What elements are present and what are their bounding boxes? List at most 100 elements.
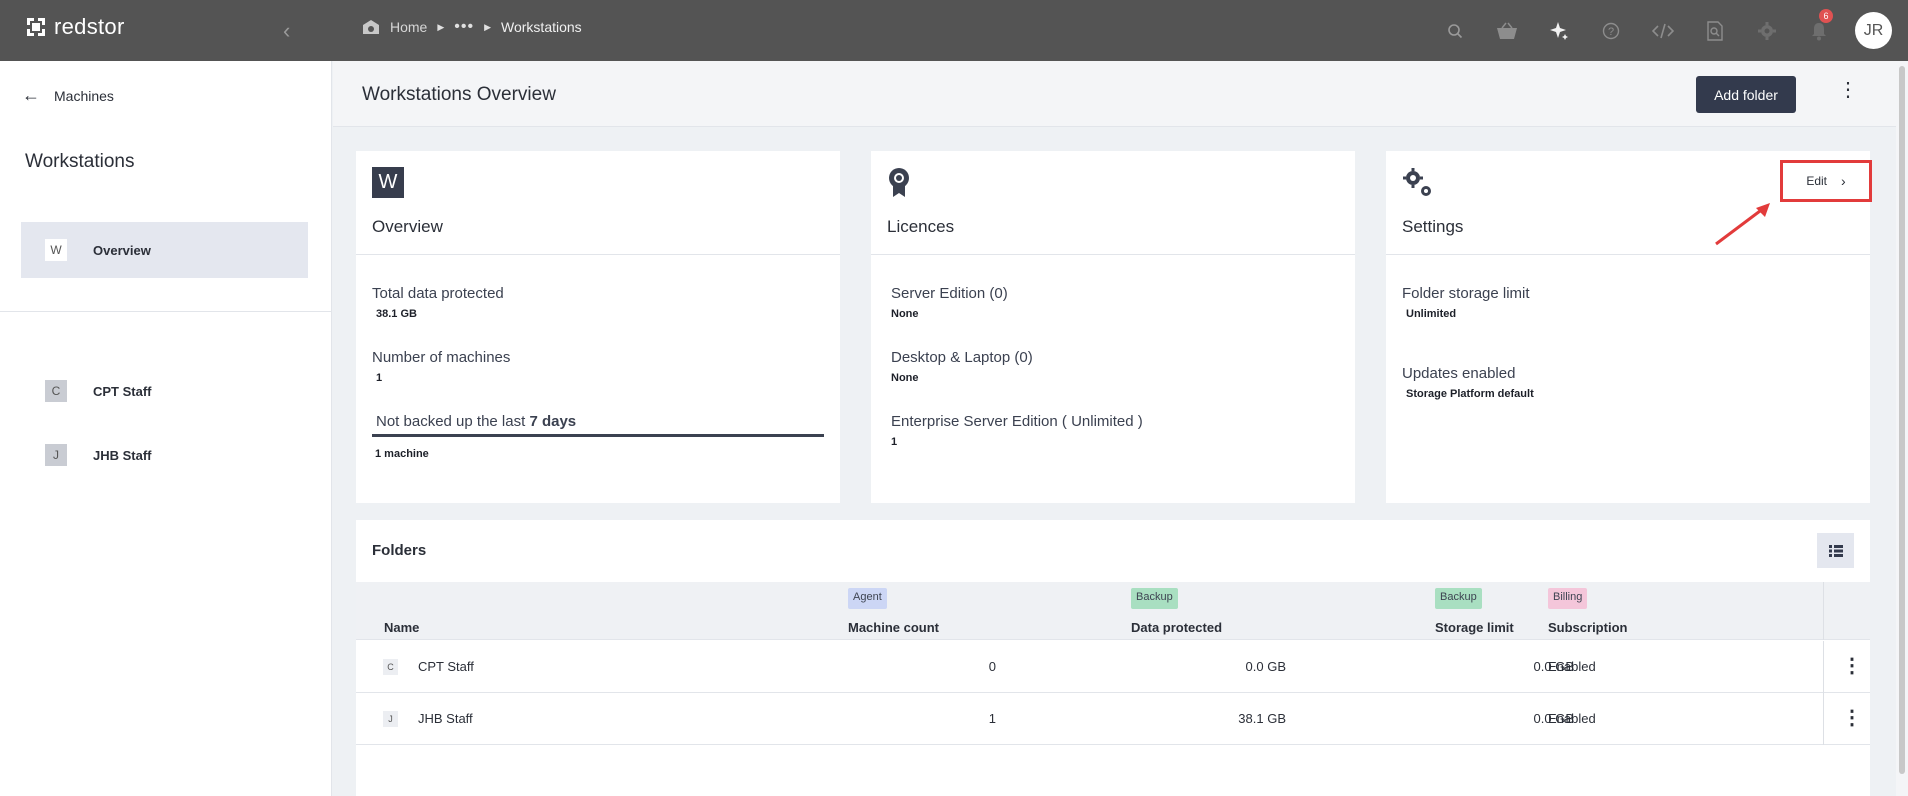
enterprise-edition-value: 1	[891, 436, 898, 448]
sidebar-item-label: Overview	[93, 242, 151, 258]
column-divider	[1823, 693, 1824, 745]
enterprise-edition-label: Enterprise Server Edition ( Unlimited )	[891, 413, 1143, 430]
column-header-subscription[interactable]: Subscription	[1548, 620, 1627, 635]
server-edition-value: None	[891, 308, 919, 320]
breadcrumb-home[interactable]: Home	[390, 19, 427, 35]
sidebar-item-label: JHB Staff	[93, 447, 152, 463]
column-header-machine-count[interactable]: Machine count	[848, 620, 939, 635]
gears-icon	[1402, 167, 1434, 204]
doc-search-icon[interactable]	[1689, 0, 1741, 61]
not-backed-value[interactable]: 1 machine	[375, 448, 429, 460]
top-icons: ? 6 JR	[1429, 0, 1908, 61]
settings-card: Settings Folder storage limit Unlimited …	[1386, 151, 1870, 503]
award-icon	[887, 167, 911, 204]
brand-logo[interactable]: redstor	[24, 14, 125, 40]
row-menu-icon[interactable]: ⋮	[1842, 653, 1862, 678]
sidebar-item-letter: J	[45, 444, 67, 466]
data-protected: 38.1 GB	[1238, 711, 1286, 726]
updates-enabled-label: Updates enabled	[1402, 365, 1516, 382]
basket-icon[interactable]	[1481, 0, 1533, 61]
sparkle-icon[interactable]	[1533, 0, 1585, 61]
machine-count-label: Number of machines	[372, 349, 511, 366]
subscription: Enabled	[1548, 659, 1596, 674]
gear-icon[interactable]	[1741, 0, 1793, 61]
overview-card: W Overview Total data protected 38.1 GB …	[356, 151, 840, 503]
folder-storage-limit-value: Unlimited	[1406, 308, 1457, 320]
not-backed-progress-bar	[372, 434, 824, 437]
sidebar-item-overview[interactable]: W Overview	[21, 222, 308, 278]
column-divider	[1823, 641, 1824, 693]
row-menu-icon[interactable]: ⋮	[1842, 705, 1862, 730]
add-folder-button[interactable]: Add folder	[1696, 76, 1796, 113]
licences-card: Licences Server Edition (0) None Desktop…	[871, 151, 1355, 503]
breadcrumb: Home ▶ ••• ▶ Workstations	[362, 18, 582, 36]
list-view-toggle[interactable]	[1817, 533, 1854, 568]
breadcrumb-ellipsis[interactable]: •••	[454, 18, 474, 36]
desktop-laptop-label: Desktop & Laptop (0)	[891, 349, 1033, 366]
not-backed-days: 7 days	[529, 413, 577, 430]
server-edition-label: Server Edition (0)	[891, 285, 1008, 302]
column-header-data-protected[interactable]: Data protected	[1131, 620, 1222, 635]
breadcrumb-separator-icon: ▶	[437, 21, 445, 32]
folders-title: Folders	[372, 542, 427, 559]
sidebar-title: Workstations	[25, 151, 135, 172]
search-icon[interactable]	[1429, 0, 1481, 61]
avatar[interactable]: JR	[1855, 12, 1892, 49]
machine-count: 1	[988, 711, 996, 726]
sidebar-item-jhb-staff[interactable]: J JHB Staff	[21, 427, 308, 483]
collapse-sidebar-icon[interactable]: ‹	[283, 18, 290, 44]
top-bar: redstor ‹ Home ▶ ••• ▶ Workstations ? 6 …	[0, 0, 1908, 61]
column-header-storage-limit[interactable]: Storage limit	[1435, 620, 1514, 635]
help-icon[interactable]: ?	[1585, 0, 1637, 61]
workstation-letter-icon: W	[372, 167, 404, 198]
billing-tag: Billing	[1548, 588, 1588, 609]
folders-table-header: Name Agent Machine count Backup Data pro…	[356, 582, 1870, 640]
folder-letter: J	[383, 711, 398, 727]
backup-tag: Backup	[1131, 588, 1178, 609]
subscription: Enabled	[1548, 711, 1596, 726]
overview-card-title: Overview	[372, 217, 443, 236]
settings-card-title: Settings	[1402, 217, 1464, 236]
sidebar-item-cpt-staff[interactable]: C CPT Staff	[21, 363, 308, 419]
folder-storage-limit-label: Folder storage limit	[1402, 285, 1530, 302]
sidebar-item-label: CPT Staff	[93, 383, 152, 399]
settings-edit-button[interactable]: Edit ›	[1780, 160, 1872, 202]
column-header-name[interactable]: Name	[384, 620, 419, 635]
edit-label: Edit	[1806, 174, 1827, 188]
sidebar-divider	[0, 311, 332, 312]
back-to-machines-link[interactable]: ← Machines	[22, 85, 114, 106]
table-row[interactable]: C CPT Staff 0 0.0 GB 0.0 GB Enabled ⋮	[356, 641, 1870, 693]
bell-icon[interactable]: 6	[1793, 0, 1845, 61]
machine-count: 0	[988, 659, 996, 674]
chevron-right-icon: ›	[1841, 173, 1846, 189]
folder-letter: C	[383, 659, 398, 675]
main-header: Workstations Overview Add folder ⋮	[333, 61, 1908, 127]
arrow-left-icon: ←	[22, 85, 40, 105]
brand-name: redstor	[54, 14, 125, 39]
scrollbar-thumb[interactable]	[1899, 66, 1905, 774]
svg-text:?: ?	[1608, 26, 1614, 38]
total-data-label: Total data protected	[372, 285, 504, 302]
desktop-laptop-value: None	[891, 372, 919, 384]
backup-tag: Backup	[1435, 588, 1482, 609]
more-options-icon[interactable]: ⋮	[1838, 77, 1858, 102]
data-protected: 0.0 GB	[1245, 659, 1286, 674]
logo-icon	[27, 18, 45, 36]
sidebar-item-letter: C	[45, 380, 67, 402]
back-link-label: Machines	[54, 87, 114, 104]
code-icon[interactable]	[1637, 0, 1689, 61]
list-view-icon	[1828, 544, 1843, 557]
table-row[interactable]: J JHB Staff 1 38.1 GB 0.0 GB Enabled ⋮	[356, 693, 1870, 745]
page-title: Workstations Overview	[362, 84, 556, 105]
total-data-value: 38.1 GB	[376, 308, 417, 320]
agent-tag: Agent	[848, 588, 887, 609]
folder-name[interactable]: CPT Staff	[418, 659, 474, 674]
breadcrumb-separator-icon: ▶	[484, 21, 492, 32]
updates-enabled-value: Storage Platform default	[1406, 388, 1534, 400]
home-icon[interactable]	[362, 19, 380, 35]
licences-card-title: Licences	[887, 217, 955, 236]
folder-name[interactable]: JHB Staff	[418, 711, 473, 726]
annotation-arrow-icon	[1715, 203, 1770, 246]
folders-panel: Folders Name Agent Machine count Backup …	[356, 520, 1870, 796]
not-backed-label: Not backed up the last 7 days	[376, 413, 576, 430]
